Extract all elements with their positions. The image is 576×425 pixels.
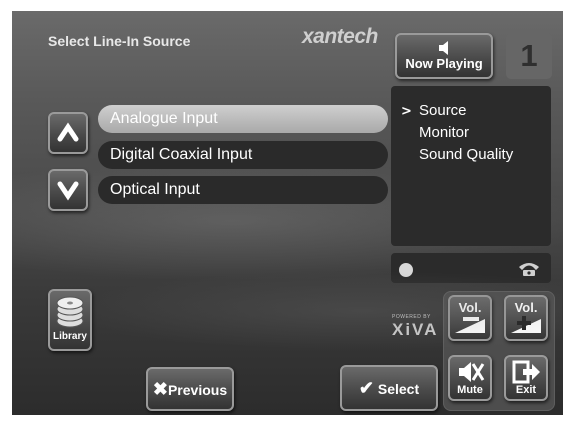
menu-item-sound-quality[interactable]: Sound Quality bbox=[419, 146, 513, 163]
speaker-icon bbox=[439, 41, 448, 55]
select-button[interactable]: ✔ Select bbox=[340, 365, 438, 411]
scroll-up-button[interactable] bbox=[48, 112, 88, 154]
xantech-logo: xantech bbox=[302, 25, 378, 48]
menu-panel: > Source Monitor Sound Quality bbox=[391, 86, 551, 246]
volume-down-icon bbox=[455, 317, 485, 333]
volume-up-icon bbox=[511, 316, 541, 333]
status-bar bbox=[391, 253, 551, 283]
select-label: Select bbox=[377, 381, 420, 397]
exit-button[interactable]: Exit bbox=[504, 355, 548, 401]
close-icon: ✖ bbox=[152, 379, 168, 399]
disc-stack-icon bbox=[56, 296, 84, 328]
now-playing-button[interactable]: Now Playing bbox=[395, 33, 493, 79]
mute-icon bbox=[459, 362, 485, 382]
scroll-down-button[interactable] bbox=[48, 169, 88, 211]
volume-down-button[interactable]: Vol. bbox=[448, 295, 492, 341]
source-item-analogue[interactable]: Analogue Input bbox=[98, 105, 388, 133]
source-item-digital-coaxial[interactable]: Digital Coaxial Input bbox=[98, 141, 388, 169]
zone-number: 1 bbox=[506, 33, 552, 79]
page-title: Select Line-In Source bbox=[48, 33, 191, 49]
chevron-down-icon bbox=[57, 181, 79, 201]
volume-up-button[interactable]: Vol. bbox=[504, 295, 548, 341]
phone-icon[interactable] bbox=[517, 261, 541, 277]
menu-item-source[interactable]: Source bbox=[419, 102, 467, 119]
now-playing-label: Now Playing bbox=[405, 56, 483, 71]
volume-up-label: Vol. bbox=[514, 300, 538, 315]
mute-label: Mute bbox=[457, 384, 483, 396]
menu-selector-icon: > bbox=[401, 104, 412, 119]
chevron-up-icon bbox=[57, 122, 79, 142]
exit-label: Exit bbox=[515, 384, 537, 396]
previous-label: Previous bbox=[167, 382, 228, 398]
volume-down-label: Vol. bbox=[458, 300, 482, 315]
library-label: Library bbox=[53, 331, 87, 342]
previous-button[interactable]: ✖Previous bbox=[146, 367, 234, 411]
touchpanel-screen: Select Line-In Source xantech Now Playin… bbox=[12, 11, 563, 415]
library-button[interactable]: Library bbox=[48, 289, 92, 351]
mute-button[interactable]: Mute bbox=[448, 355, 492, 401]
source-item-optical[interactable]: Optical Input bbox=[98, 176, 388, 204]
status-indicator-dot bbox=[399, 263, 413, 277]
exit-icon bbox=[512, 360, 540, 384]
menu-item-monitor[interactable]: Monitor bbox=[419, 124, 469, 141]
xiva-logo: POWERED BY XiVA bbox=[392, 314, 439, 339]
checkmark-icon: ✔ bbox=[358, 378, 374, 398]
